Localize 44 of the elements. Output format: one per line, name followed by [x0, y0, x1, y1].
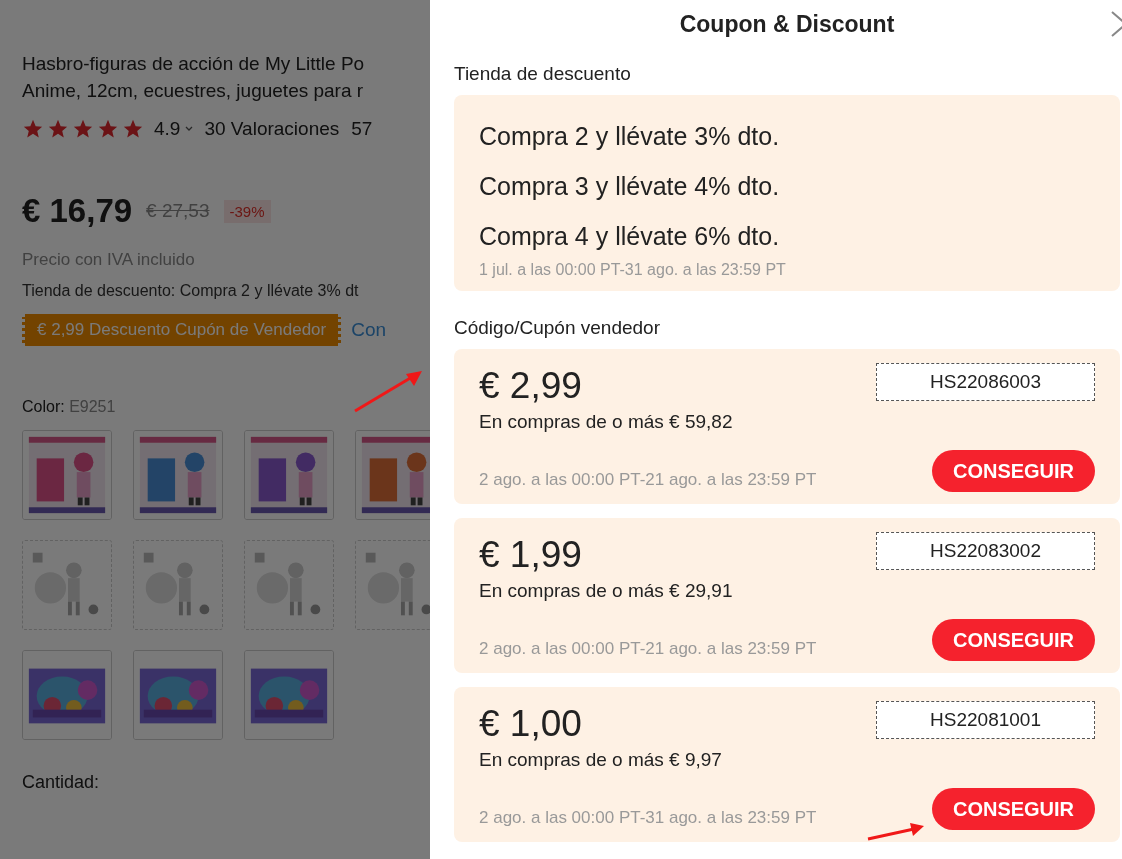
coupon-condition: En compras de o más € 29,91 [479, 580, 734, 602]
coupon-amount: € 1,99 [479, 534, 583, 576]
color-value: E9251 [69, 398, 116, 415]
quantity-label: Cantidad: [22, 772, 101, 793]
arrow-icon [352, 368, 424, 414]
validity-period: 1 jul. a las 00:00 PT-31 ago. a las 23:59 PT [479, 261, 787, 279]
discount-offer: Compra 4 y llévate 6% dto. [479, 221, 781, 252]
discount-badge: -39% [223, 199, 271, 223]
section-heading: Tienda de descuento [454, 63, 632, 85]
original-price: € 27,53 [146, 200, 210, 222]
star-icon [22, 118, 44, 140]
coupon-code: HS22083002 [876, 532, 1095, 570]
section-heading: Código/Cupón vendedor [454, 317, 661, 339]
validity-period: 2 ago. a las 00:00 PT-21 ago. a las 23:59 PT [479, 639, 817, 659]
tax-note: Precio con IVA incluido [22, 250, 196, 270]
rating-score: 4.9 [154, 118, 181, 140]
drawer-title: Coupon & Discount [679, 10, 895, 38]
validity-period: 2 ago. a las 00:00 PT-31 ago. a las 23:59 PT [479, 808, 817, 828]
color-label: Color: [22, 398, 65, 415]
coupon-code: HS22086003 [876, 363, 1095, 401]
sold-count: 57 [351, 118, 373, 140]
get-coupon-button[interactable]: CONSEGUIR [932, 619, 1095, 661]
arrow-icon [866, 820, 926, 842]
review-count[interactable]: 30 Valoraciones [204, 118, 340, 140]
get-coupon-button[interactable]: CONSEGUIR [932, 788, 1095, 830]
price: € 16,79 [22, 192, 133, 230]
coupon-code: HS22081001 [876, 701, 1095, 739]
coupon-amount: € 2,99 [479, 365, 583, 407]
star-icon [47, 118, 69, 140]
discount-offer: Compra 3 y llévate 4% dto. [479, 171, 781, 202]
coupon-amount: € 1,00 [479, 703, 583, 745]
star-icon [97, 118, 119, 140]
get-coupon-button[interactable]: CONSEGUIR [932, 450, 1095, 492]
product-title: Hasbro-figuras de acción de My Little Po [22, 52, 365, 76]
star-icon [122, 118, 144, 140]
coupon-condition: En compras de o más € 9,97 [479, 749, 723, 771]
coupon-condition: En compras de o más € 59,82 [479, 411, 734, 433]
product-title: Anime, 12cm, ecuestres, juguetes para r [22, 79, 364, 103]
coupon-link[interactable]: Con [351, 319, 387, 341]
discount-offer: Compra 2 y llévate 3% dto. [479, 121, 781, 152]
coupon-badge: € 2,99 Descuento Cupón de Vendedor [22, 314, 342, 346]
validity-period: 2 ago. a las 00:00 PT-21 ago. a las 23:59 PT [479, 470, 817, 490]
star-icon [72, 118, 94, 140]
store-discount-text: Tienda de descuento: Compra 2 y llévate 3% dt [22, 282, 360, 300]
